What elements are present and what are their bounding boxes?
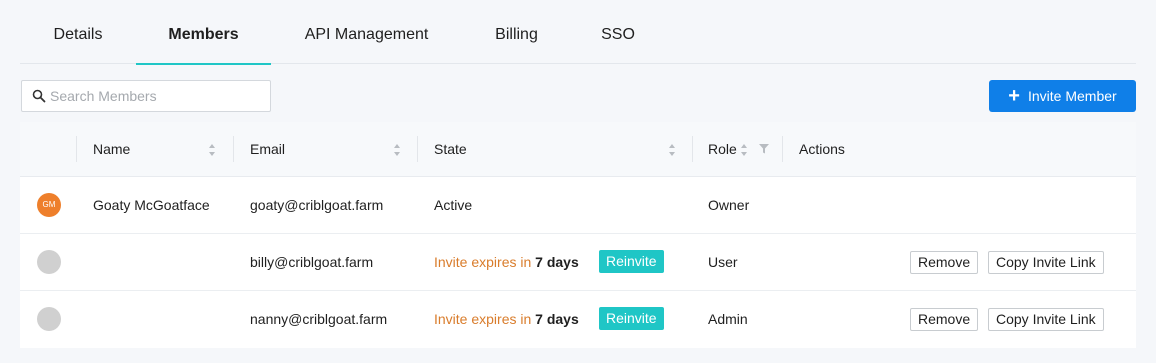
sort-icon[interactable] [208,143,216,157]
copy-invite-link-button[interactable]: Copy Invite Link [988,308,1104,331]
column-header-actions: Actions [799,141,845,157]
avatar: GM [37,193,61,217]
member-email: goaty@criblgoat.farm [250,197,384,213]
column-header-state[interactable]: State [434,122,467,177]
column-header-name[interactable]: Name [93,122,130,177]
tab-bar: Details Members API Management Billing S… [20,0,1136,65]
reinvite-button[interactable]: Reinvite [599,250,664,273]
filter-icon[interactable] [759,144,769,154]
member-role: User [708,254,738,270]
column-divider [692,136,693,162]
column-header-role[interactable]: Role [708,122,737,177]
column-divider [76,136,77,162]
member-role: Owner [708,197,750,213]
sort-icon[interactable] [393,143,401,157]
table-row: billy@criblgoat.farm Invite expires in 7… [20,234,1136,291]
invite-expiry-prefix: Invite expires in [434,311,532,327]
table-header: Name Email State Role Actions [20,122,1136,177]
avatar [37,307,61,331]
invite-expiry: Invite expires in 7 days [434,234,579,291]
invite-member-button[interactable]: + Invite Member [989,80,1136,112]
remove-button[interactable]: Remove [910,251,979,274]
table-row: nanny@criblgoat.farm Invite expires in 7… [20,291,1136,348]
tab-sso[interactable]: SSO [588,0,648,64]
invite-expiry-days: 7 days [535,311,579,327]
copy-invite-link-button[interactable]: Copy Invite Link [988,251,1104,274]
member-email: billy@criblgoat.farm [250,254,374,270]
avatar [37,250,61,274]
table-row: GM Goaty McGoatface goaty@criblgoat.farm… [20,177,1136,234]
column-header-email[interactable]: Email [250,122,285,177]
invite-member-label: Invite Member [1027,88,1117,104]
sort-icon[interactable] [668,143,676,157]
invite-expiry-days: 7 days [535,254,579,270]
remove-button[interactable]: Remove [910,308,979,331]
search-icon [32,89,46,103]
member-role: Admin [708,311,748,327]
member-name: Goaty McGoatface [93,197,210,213]
tab-members[interactable]: Members [136,0,271,65]
tab-api-management[interactable]: API Management [290,0,443,64]
column-divider [782,136,783,162]
reinvite-button[interactable]: Reinvite [599,307,664,330]
sort-icon[interactable] [740,143,748,157]
column-divider [233,136,234,162]
column-divider [417,136,418,162]
tab-billing[interactable]: Billing [478,0,555,64]
invite-expiry: Invite expires in 7 days [434,291,579,348]
invite-expiry-prefix: Invite expires in [434,254,532,270]
search-input[interactable] [50,81,265,111]
member-email: nanny@criblgoat.farm [250,311,388,327]
search-box [21,80,271,112]
members-table: Name Email State Role Actions GM Goaty M… [20,122,1136,348]
member-state: Active [434,197,473,213]
plus-icon: + [1008,85,1020,107]
tab-details[interactable]: Details [20,0,136,64]
